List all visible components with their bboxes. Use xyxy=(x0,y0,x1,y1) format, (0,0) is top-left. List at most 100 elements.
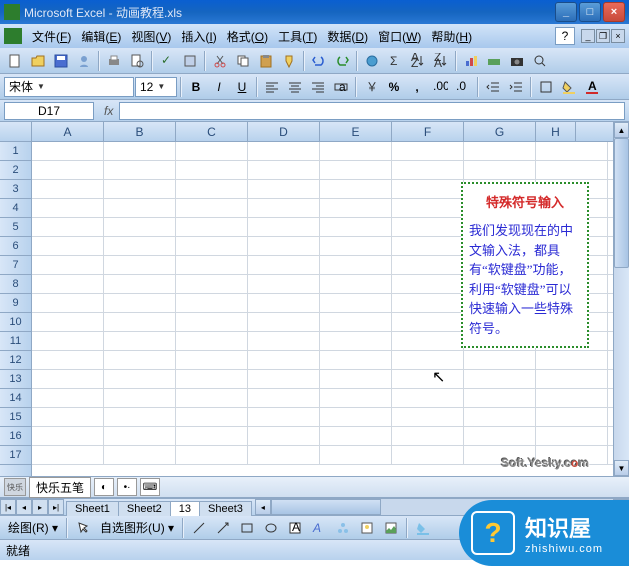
paste-button[interactable] xyxy=(255,50,277,72)
cell[interactable] xyxy=(32,408,104,426)
cell[interactable] xyxy=(392,313,464,331)
diagram-button[interactable] xyxy=(332,517,354,539)
cell[interactable] xyxy=(104,389,176,407)
cell[interactable] xyxy=(176,237,248,255)
menu-w[interactable]: 窗口(W) xyxy=(374,28,425,46)
sheet-tab-13[interactable]: 13 xyxy=(170,501,200,516)
cell[interactable] xyxy=(176,351,248,369)
merge-center-button[interactable]: a xyxy=(330,76,352,98)
cell[interactable] xyxy=(176,142,248,160)
currency-button[interactable]: ￥ xyxy=(360,76,382,98)
redo-button[interactable] xyxy=(331,50,353,72)
tab-nav-first[interactable]: |◂ xyxy=(0,499,16,515)
sheet-tab-Sheet2[interactable]: Sheet2 xyxy=(118,501,171,516)
col-header-H[interactable]: H xyxy=(536,122,576,141)
zoom-button[interactable] xyxy=(529,50,551,72)
cell[interactable] xyxy=(320,332,392,350)
cell[interactable] xyxy=(104,370,176,388)
row-header-14[interactable]: 14 xyxy=(0,389,31,408)
cell[interactable] xyxy=(320,294,392,312)
chart-button[interactable] xyxy=(460,50,482,72)
select-all-corner[interactable] xyxy=(0,122,31,142)
cell[interactable] xyxy=(248,180,320,198)
mdi-minimize-button[interactable]: _ xyxy=(581,29,595,43)
cell[interactable] xyxy=(392,199,464,217)
menu-f[interactable]: 文件(F) xyxy=(28,28,75,46)
minimize-button[interactable]: _ xyxy=(555,2,577,22)
cell[interactable] xyxy=(176,446,248,464)
tab-nav-next[interactable]: ▸ xyxy=(32,499,48,515)
cell[interactable] xyxy=(464,161,536,179)
camera-button[interactable] xyxy=(506,50,528,72)
maximize-button[interactable]: □ xyxy=(579,2,601,22)
copy-button[interactable] xyxy=(232,50,254,72)
oval-button[interactable] xyxy=(260,517,282,539)
cell[interactable] xyxy=(248,218,320,236)
borders-button[interactable] xyxy=(535,76,557,98)
cell[interactable] xyxy=(392,351,464,369)
cell[interactable] xyxy=(536,161,608,179)
cell[interactable] xyxy=(464,427,536,445)
cell[interactable] xyxy=(536,142,608,160)
cell[interactable] xyxy=(32,427,104,445)
menu-e[interactable]: 编辑(E) xyxy=(77,28,125,46)
fill-color-button[interactable] xyxy=(558,76,580,98)
cell[interactable] xyxy=(248,256,320,274)
col-header-F[interactable]: F xyxy=(392,122,464,141)
cell[interactable] xyxy=(320,161,392,179)
cell[interactable] xyxy=(248,294,320,312)
sheet-tab-Sheet3[interactable]: Sheet3 xyxy=(199,501,252,516)
cell[interactable] xyxy=(248,389,320,407)
tab-nav-last[interactable]: ▸| xyxy=(48,499,64,515)
cell[interactable] xyxy=(536,408,608,426)
print-button[interactable] xyxy=(103,50,125,72)
menu-t[interactable]: 工具(T) xyxy=(274,28,321,46)
cell[interactable] xyxy=(320,256,392,274)
menu-d[interactable]: 数据(D) xyxy=(323,28,372,46)
excel-icon[interactable] xyxy=(4,28,22,44)
cell[interactable] xyxy=(248,351,320,369)
cell[interactable] xyxy=(32,218,104,236)
sheet-tab-Sheet1[interactable]: Sheet1 xyxy=(66,501,119,516)
scroll-up-button[interactable]: ▲ xyxy=(614,122,629,138)
col-header-E[interactable]: E xyxy=(320,122,392,141)
cell[interactable] xyxy=(392,332,464,350)
cell[interactable] xyxy=(392,389,464,407)
cell[interactable] xyxy=(176,199,248,217)
cell[interactable] xyxy=(320,142,392,160)
cell[interactable] xyxy=(104,256,176,274)
new-button[interactable] xyxy=(4,50,26,72)
cell[interactable] xyxy=(176,427,248,445)
cell[interactable] xyxy=(320,370,392,388)
save-button[interactable] xyxy=(50,50,72,72)
row-header-3[interactable]: 3 xyxy=(0,180,31,199)
cell[interactable] xyxy=(320,218,392,236)
cell[interactable] xyxy=(176,180,248,198)
cell[interactable] xyxy=(392,408,464,426)
cell[interactable] xyxy=(176,408,248,426)
help-box[interactable]: ? xyxy=(555,27,575,45)
open-button[interactable] xyxy=(27,50,49,72)
row-header-16[interactable]: 16 xyxy=(0,427,31,446)
cell[interactable] xyxy=(104,237,176,255)
cell[interactable] xyxy=(32,370,104,388)
cell[interactable] xyxy=(248,427,320,445)
font-name-dropdown[interactable]: 宋体▼ xyxy=(4,77,134,97)
cell[interactable] xyxy=(248,370,320,388)
cell[interactable] xyxy=(32,351,104,369)
cell[interactable] xyxy=(32,161,104,179)
mdi-restore-button[interactable]: ❐ xyxy=(596,29,610,43)
close-button[interactable]: × xyxy=(603,2,625,22)
row-header-8[interactable]: 8 xyxy=(0,275,31,294)
cell[interactable] xyxy=(248,408,320,426)
align-right-button[interactable] xyxy=(307,76,329,98)
autoshapes-menu[interactable]: 自选图形(U) ▾ xyxy=(96,519,178,536)
cell[interactable] xyxy=(536,351,608,369)
hyperlink-button[interactable] xyxy=(361,50,383,72)
cell[interactable] xyxy=(176,313,248,331)
cell[interactable] xyxy=(32,275,104,293)
cell[interactable] xyxy=(248,142,320,160)
sort-desc-button[interactable]: ZA xyxy=(430,50,452,72)
cell[interactable] xyxy=(392,370,464,388)
arrow-button[interactable] xyxy=(212,517,234,539)
